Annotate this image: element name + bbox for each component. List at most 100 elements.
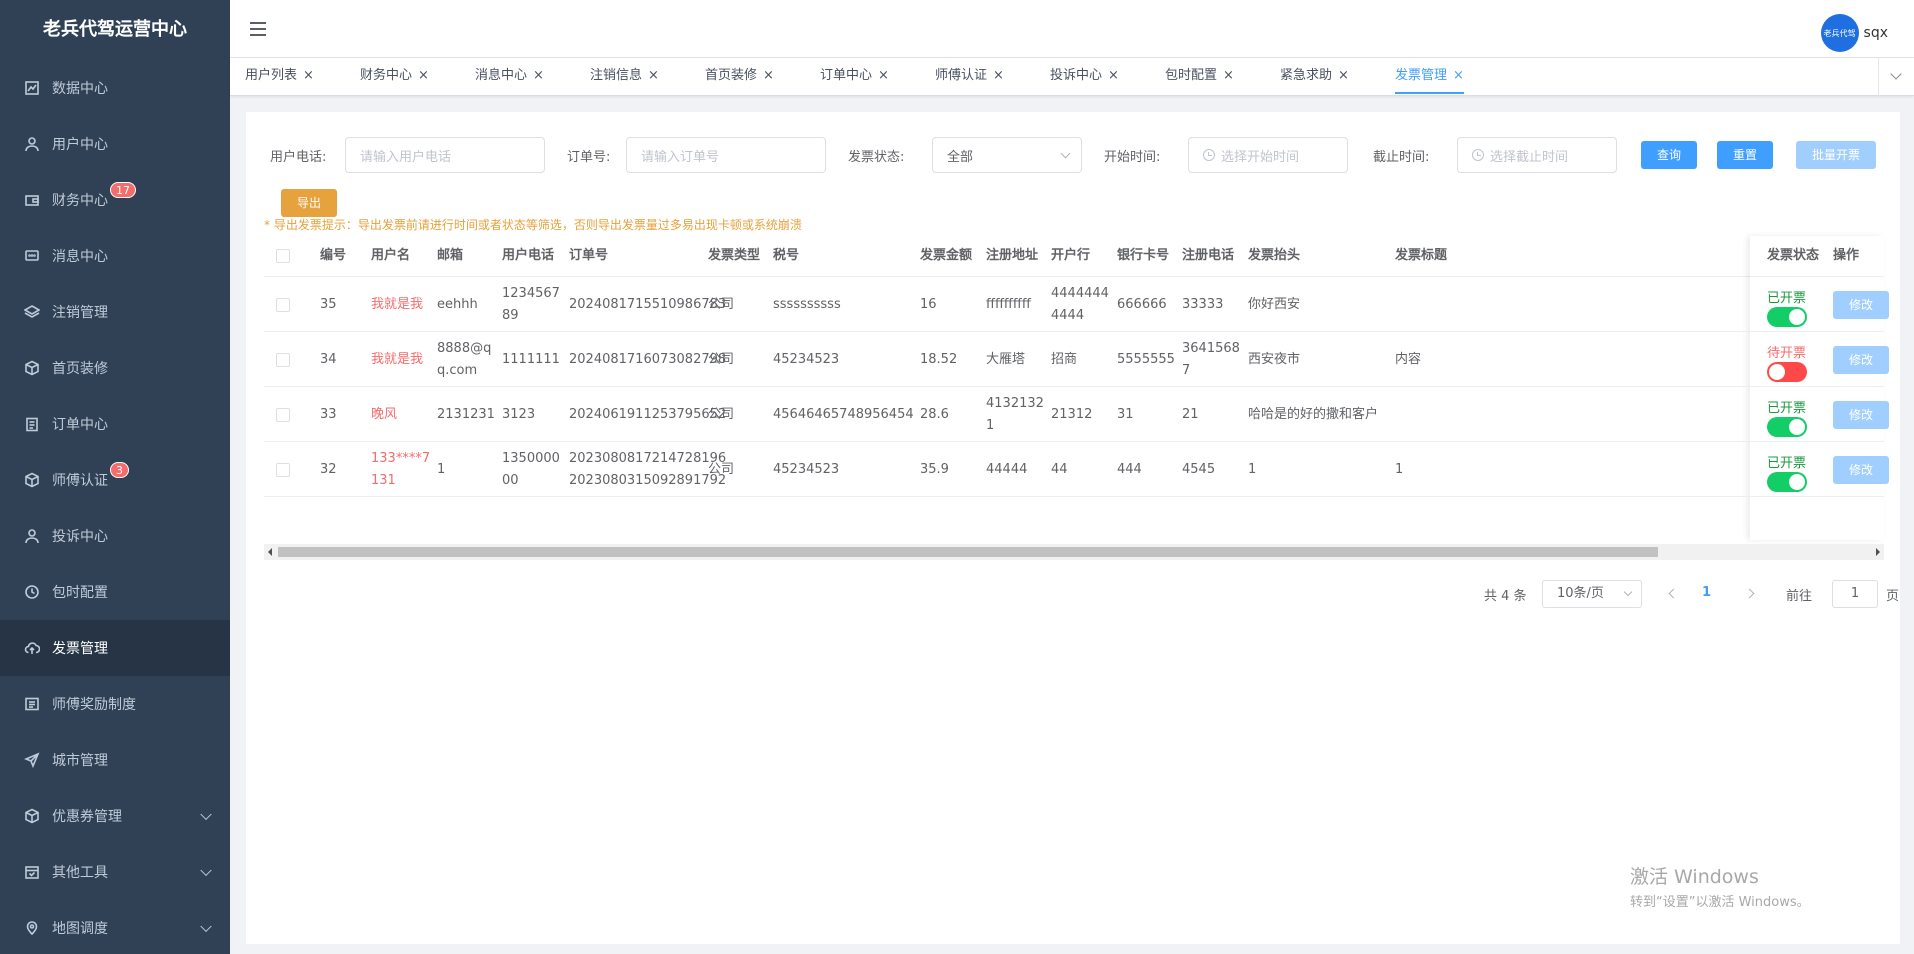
sidebar-item-2[interactable]: 财务中心 17 — [0, 172, 230, 228]
scrollbar-thumb[interactable] — [278, 547, 1658, 557]
edit-button[interactable]: 修改 — [1833, 400, 1889, 429]
page-size-select[interactable]: 10条/页 — [1542, 580, 1642, 608]
switch-knob — [1789, 419, 1805, 435]
close-icon[interactable]: × — [648, 68, 659, 83]
scroll-right-icon[interactable] — [1876, 548, 1880, 556]
table-cell-username[interactable]: 我就是我 — [371, 294, 423, 316]
sidebar-item-10[interactable]: 发票管理 — [0, 620, 230, 676]
sidebar-item-13[interactable]: 优惠券管理 — [0, 788, 230, 844]
row-checkbox[interactable] — [276, 462, 290, 477]
close-icon[interactable]: × — [1108, 68, 1119, 83]
tab-6[interactable]: 师傅认证 × — [935, 58, 1004, 94]
sidebar-item-4[interactable]: 注销管理 — [0, 284, 230, 340]
edit-button[interactable]: 修改 — [1833, 345, 1889, 374]
tab-9[interactable]: 紧急求助 × — [1280, 58, 1349, 94]
table-cell-reg_phone: 3641568 7 — [1182, 340, 1240, 378]
query-button[interactable]: 查询 — [1641, 141, 1697, 169]
table-cell-phone: 1111111 — [502, 351, 560, 367]
sidebar-item-1[interactable]: 用户中心 — [0, 116, 230, 172]
batch-invoice-button[interactable]: 批量开票 — [1796, 141, 1876, 169]
cloud-upload-icon — [22, 638, 42, 658]
row-checkbox[interactable] — [276, 407, 290, 422]
close-icon[interactable]: × — [418, 68, 429, 83]
tab-4[interactable]: 首页装修 × — [705, 58, 774, 94]
sidebar-item-6[interactable]: 订单中心 — [0, 396, 230, 452]
sidebar-item-14[interactable]: 其他工具 — [0, 844, 230, 900]
user-menu[interactable]: 老兵代驾 sqx — [1820, 14, 1888, 52]
close-icon[interactable]: × — [763, 68, 774, 83]
status-select[interactable]: 全部 — [932, 137, 1082, 173]
order-input[interactable]: 请输入订单号 — [626, 137, 826, 173]
close-icon[interactable]: × — [993, 68, 1004, 83]
scroll-left-icon[interactable] — [268, 548, 272, 556]
invoice-status-switch[interactable] — [1767, 417, 1807, 437]
prev-page-icon[interactable] — [1668, 588, 1679, 599]
table-cell-reg_phone: 21 — [1182, 406, 1199, 422]
sidebar-item-7[interactable]: 师傅认证 3 — [0, 452, 230, 508]
table-cell-username[interactable]: 晚风 — [371, 404, 397, 426]
sidebar-item-label: 师傅认证 — [52, 473, 108, 489]
next-page-icon[interactable] — [1744, 588, 1755, 599]
hamburger-icon[interactable] — [250, 22, 266, 36]
reset-button[interactable]: 重置 — [1717, 141, 1773, 169]
tags-more-button[interactable] — [1878, 58, 1914, 96]
select-all-checkbox[interactable] — [276, 249, 290, 263]
table-cell-username[interactable]: 我就是我 — [371, 349, 423, 371]
tab-3[interactable]: 注销信息 × — [590, 58, 659, 94]
sidebar-item-9[interactable]: 包时配置 — [0, 564, 230, 620]
column-header: 用户名 — [371, 248, 411, 263]
table-cell-tax: 45234523 — [773, 351, 840, 367]
close-icon[interactable]: × — [533, 68, 544, 83]
sidebar-item-15[interactable]: 地图调度 — [0, 900, 230, 954]
row-divider — [264, 441, 1884, 442]
phone-input[interactable]: 请输入用户电话 — [345, 137, 545, 173]
end-time-picker[interactable]: 选择截止时间 — [1457, 137, 1617, 173]
sidebar-item-label: 首页装修 — [52, 361, 108, 377]
sidebar-item-5[interactable]: 首页装修 — [0, 340, 230, 396]
invoice-status-switch[interactable] — [1767, 472, 1807, 492]
export-button[interactable]: 导出 — [281, 189, 337, 217]
table-cell-bank: 4444444 4444 — [1051, 285, 1109, 323]
table-cell-bank: 招商 — [1051, 351, 1078, 367]
close-icon[interactable]: × — [878, 68, 889, 83]
tab-1[interactable]: 财务中心 × — [360, 58, 429, 94]
sidebar-item-3[interactable]: 消息中心 — [0, 228, 230, 284]
start-time-picker[interactable]: 选择开始时间 — [1188, 137, 1348, 173]
sidebar-item-label: 消息中心 — [52, 249, 108, 265]
close-icon[interactable]: × — [1338, 68, 1349, 83]
username[interactable]: sqx — [1864, 25, 1888, 41]
column-header: 编号 — [320, 248, 347, 263]
horizontal-scrollbar[interactable] — [264, 544, 1884, 560]
sidebar-item-8[interactable]: 投诉中心 — [0, 508, 230, 564]
table-cell-bank: 21312 — [1051, 406, 1093, 422]
tab-2[interactable]: 消息中心 × — [475, 58, 544, 94]
row-checkbox[interactable] — [276, 352, 290, 367]
tab-5[interactable]: 订单中心 × — [820, 58, 889, 94]
sidebar-item-label: 包时配置 — [52, 585, 108, 601]
table-cell-amount: 18.52 — [920, 351, 958, 367]
tab-10[interactable]: 发票管理 × — [1395, 58, 1464, 94]
sidebar-item-label: 数据中心 — [52, 81, 108, 97]
avatar[interactable]: 老兵代驾 — [1820, 14, 1859, 52]
invoice-status-switch[interactable] — [1767, 362, 1807, 382]
row-checkbox[interactable] — [276, 297, 290, 312]
sidebar-item-11[interactable]: 师傅奖励制度 — [0, 676, 230, 732]
user-icon — [22, 526, 42, 546]
table-cell-username[interactable]: 133****7 131 — [371, 448, 430, 492]
current-page[interactable]: 1 — [1702, 585, 1711, 600]
edit-button[interactable]: 修改 — [1833, 290, 1889, 319]
sidebar-item-0[interactable]: 数据中心 — [0, 60, 230, 116]
invoice-status-switch[interactable] — [1767, 307, 1807, 327]
close-icon[interactable]: × — [1223, 68, 1234, 83]
app-title: 老兵代驾运营中心 — [43, 19, 187, 40]
table-cell-reg_phone: 4545 — [1182, 461, 1216, 477]
tab-0[interactable]: 用户列表 × — [245, 58, 314, 94]
goto-page-input[interactable]: 1 — [1832, 580, 1878, 608]
close-icon[interactable]: × — [1453, 68, 1464, 83]
tab-7[interactable]: 投诉中心 × — [1050, 58, 1119, 94]
edit-button[interactable]: 修改 — [1833, 455, 1889, 484]
tab-8[interactable]: 包时配置 × — [1165, 58, 1234, 94]
table-cell-reg_phone: 33333 — [1182, 296, 1224, 312]
sidebar-item-12[interactable]: 城市管理 — [0, 732, 230, 788]
close-icon[interactable]: × — [303, 68, 314, 83]
